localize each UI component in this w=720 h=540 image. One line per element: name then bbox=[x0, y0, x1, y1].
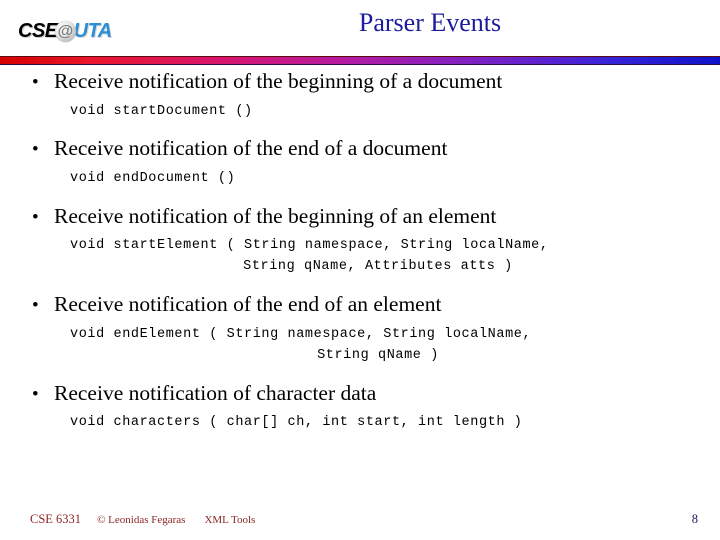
bullet-row: • Receive notification of the end of an … bbox=[0, 291, 720, 319]
bullet-dot-icon: • bbox=[32, 139, 39, 161]
bullet-row: • Receive notification of character data bbox=[0, 380, 720, 408]
slide-content: • Receive notification of the beginning … bbox=[0, 68, 720, 498]
bullet-block: • Receive notification of the beginning … bbox=[0, 203, 720, 278]
bullet-text: Receive notification of the end of an el… bbox=[54, 292, 442, 317]
code-signature-line: String qName, Attributes atts ) bbox=[243, 259, 513, 275]
code-signature-line: String qName ) bbox=[317, 347, 439, 363]
bullet-text: Receive notification of character data bbox=[54, 380, 377, 405]
code-signature-line: void endDocument () bbox=[70, 170, 236, 186]
footer-topic: XML Tools bbox=[204, 514, 256, 526]
bullet-block: • Receive notification of the end of a d… bbox=[0, 135, 720, 189]
bullet-dot-icon: • bbox=[32, 295, 39, 317]
bullet-dot-icon: • bbox=[32, 206, 39, 228]
bullet-row: • Receive notification of the end of a d… bbox=[0, 135, 720, 163]
logo-text-uta: UTA bbox=[73, 19, 113, 42]
bullet-dot-icon: • bbox=[32, 72, 39, 93]
bullet-block: • Receive notification of character data… bbox=[0, 380, 720, 434]
slide-page-number: 8 bbox=[691, 512, 698, 526]
slide-title: Parser Events bbox=[358, 8, 502, 37]
bullet-row: • Receive notification of the beginning … bbox=[0, 68, 720, 96]
slide-footer: CSE 6331 © Leonidas Fegaras XML Tools 8 bbox=[0, 512, 720, 538]
bullet-text: Receive notification of the beginning of… bbox=[54, 203, 497, 228]
bullet-row: • Receive notification of the beginning … bbox=[0, 203, 720, 231]
bullet-block: • Receive notification of the beginning … bbox=[0, 68, 720, 122]
at-symbol-icon: @ bbox=[54, 20, 76, 42]
gradient-divider-bar bbox=[0, 56, 720, 65]
footer-info: CSE 6331 © Leonidas Fegaras XML Tools bbox=[30, 512, 255, 527]
bullet-text: Receive notification of the end of a doc… bbox=[54, 136, 448, 161]
at-glyph-text: @ bbox=[57, 22, 74, 40]
cse-uta-logo: CSE @ UTA bbox=[18, 18, 112, 44]
code-signature-line: void characters ( char[] ch, int start, … bbox=[70, 415, 523, 431]
footer-course-code: CSE 6331 bbox=[30, 512, 82, 526]
code-signature-line: void endElement ( String namespace, Stri… bbox=[70, 326, 532, 342]
code-signature-line: void startElement ( String namespace, St… bbox=[70, 238, 549, 254]
bullet-text: Receive notification of the beginning of… bbox=[54, 69, 503, 93]
bullet-dot-icon: • bbox=[32, 383, 39, 405]
bullet-block: • Receive notification of the end of an … bbox=[0, 291, 720, 366]
code-signature-line: void startDocument () bbox=[70, 103, 253, 119]
logo-text-cse: CSE bbox=[18, 19, 58, 42]
slide-header: CSE @ UTA Parser Events bbox=[0, 0, 720, 56]
footer-copyright: © Leonidas Fegaras bbox=[97, 514, 186, 526]
